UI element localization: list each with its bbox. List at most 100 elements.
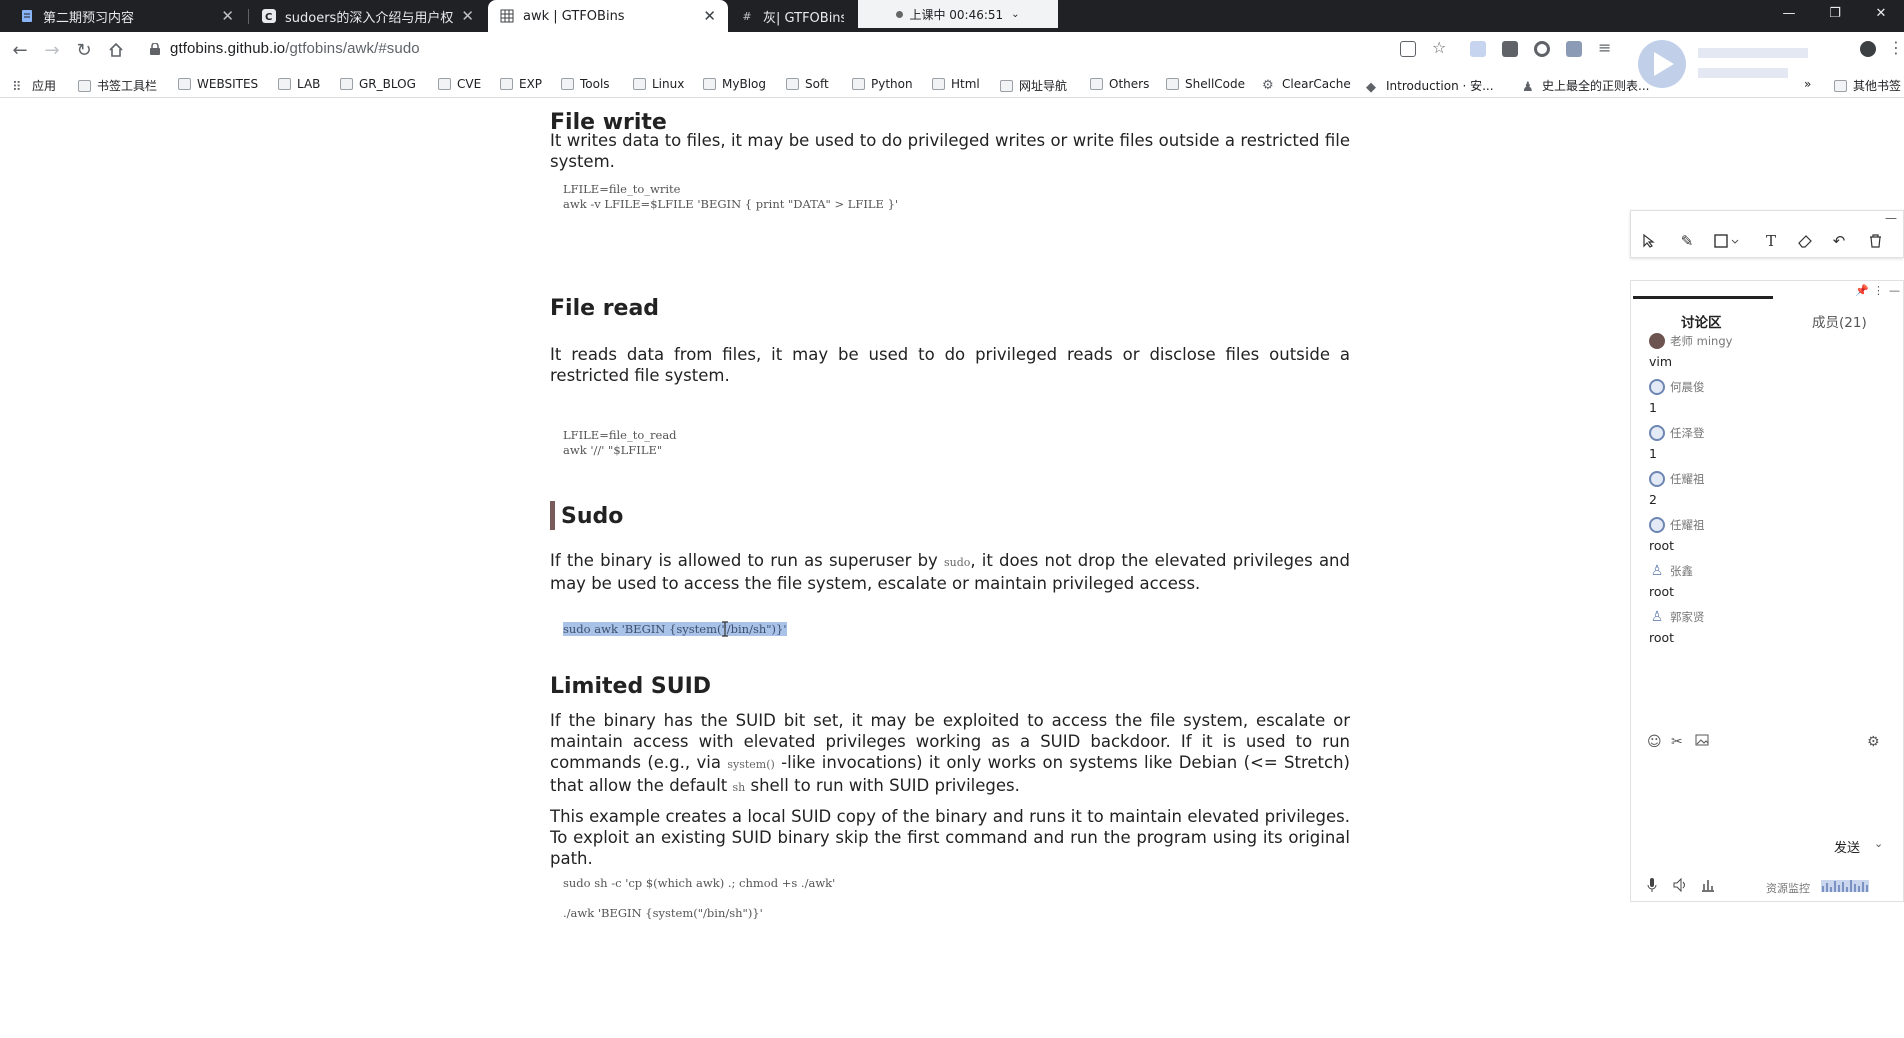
bar-chart-icon[interactable] [1701,878,1715,896]
selected-code-text[interactable]: sudo awk 'BEGIN {system("/bin/sh")}' [563,622,787,636]
tab-discussion[interactable]: 讨论区 [1681,311,1722,331]
bookmark-folder[interactable]: EXP [500,77,542,91]
author-name: 何晨俊 [1670,380,1705,394]
shape-icon[interactable] [1711,231,1745,251]
microphone-icon[interactable] [1647,878,1657,896]
tab-sudoers[interactable]: C sudoers的深入介绍与用户权限控 ✕ [250,0,486,32]
bookmark-folder[interactable]: Linux [633,77,684,91]
address-bar[interactable]: gtfobins.github.io/gtfobins/awk/#sudo [170,40,420,57]
filter-icon[interactable]: ≡ [1598,38,1614,57]
code-line: sudo sh -c 'cp $(which awk) .; chmod +s … [563,876,836,890]
reload-icon[interactable]: ↻ [72,38,96,62]
bookmark-folder[interactable]: CVE [438,77,481,91]
message-text: root [1649,630,1675,645]
bookmark-folder[interactable]: Tools [561,77,610,91]
close-window-icon[interactable]: ✕ [1858,0,1904,26]
bookmark-folder[interactable]: ShellCode [1166,77,1245,91]
bookmark-apps[interactable]: ⠿ 应用 [12,77,56,95]
sudo-description: If the binary is allowed to run as super… [550,550,1350,594]
sudo-code[interactable]: sudo awk 'BEGIN {system("/bin/sh")}' [563,622,787,637]
hash-icon: # [742,9,752,23]
limited-suid-code[interactable]: sudo sh -c 'cp $(which awk) .; chmod +s … [563,868,835,928]
bookmark-label: EXP [519,77,543,91]
tab-members[interactable]: 成员(21) [1812,311,1867,331]
close-icon[interactable]: ✕ [221,7,234,25]
folder-icon [786,78,799,90]
bookmark-link[interactable]: ♟ 史上最全的正则表... [1522,77,1650,95]
file-write-code[interactable]: LFILE=file_to_write awk -v LFILE=$LFILE '… [563,182,898,212]
minimize-icon[interactable]: — [1766,0,1812,26]
bookmark-folder[interactable]: Html [932,77,980,91]
tab-awk-gtfobins[interactable]: awk | GTFOBins ✕ [488,0,728,32]
lock-icon[interactable] [150,43,160,55]
send-button[interactable]: 发送 [1834,837,1860,856]
text-tool-icon[interactable]: T [1761,231,1781,251]
menu-icon[interactable]: ⋮ [1888,38,1904,57]
undo-icon[interactable]: ↶ [1829,231,1849,251]
bookmark-folder[interactable]: Soft [786,77,829,91]
emoji-icon[interactable]: ☺ [1647,734,1662,750]
pin-icon[interactable]: 📌 [1855,284,1869,297]
home-icon[interactable] [104,38,128,62]
extension-icon[interactable] [1502,41,1518,57]
i-beam-cursor-icon [722,621,728,637]
forward-icon[interactable]: → [40,38,64,62]
bookmark-other[interactable]: 其他书签 [1834,77,1901,94]
speaker-icon[interactable] [1673,877,1687,896]
folder-icon [438,78,451,90]
pen-icon[interactable]: ✎ [1677,231,1697,251]
grid-icon [500,9,514,23]
bookmark-label: Linux [652,77,685,91]
close-icon[interactable]: ✕ [461,7,474,25]
more-icon[interactable]: ⋮ [1873,284,1884,297]
profile-icon[interactable] [1860,41,1876,57]
minimize-icon[interactable]: — [1889,284,1900,297]
image-icon[interactable] [1695,734,1709,750]
extension-icon[interactable] [1534,41,1550,57]
bookmark-folder[interactable]: GR_BLOG [340,77,416,91]
folder-icon [78,79,91,92]
bookmark-folder[interactable]: MyBlog [703,77,766,91]
author-name: 任耀祖 [1670,472,1705,486]
minimize-icon[interactable]: — [1885,211,1897,225]
person-icon: ♟ [1522,79,1534,95]
scissors-icon[interactable]: ✂ [1671,734,1683,750]
restore-icon[interactable]: ❐ [1812,0,1858,26]
bookmark-folder[interactable]: Others [1090,77,1149,91]
tab-preview-content[interactable]: 第二期预习内容 ✕ [8,0,246,32]
message-author: ♙ 张鑫 [1649,563,1693,579]
meeting-status-pill[interactable]: 上课中 00:46:51 ⌄ [858,0,1058,28]
trash-icon[interactable] [1865,231,1885,251]
bookmark-folder[interactable]: 书签工具栏 [78,77,157,94]
bookmark-folder[interactable]: LAB [278,77,320,91]
extension-icon[interactable] [1470,41,1486,57]
message-text: root [1649,584,1675,599]
bookmarks-overflow[interactable]: » [1804,77,1811,91]
bookmark-folder[interactable]: Python [852,77,913,91]
close-icon[interactable]: ✕ [703,7,716,25]
extension-icon[interactable] [1566,41,1582,57]
bookmark-link[interactable]: ◆ Introduction · 安... [1366,77,1494,95]
bookmark-folder[interactable]: WEBSITES [178,77,258,91]
file-read-code[interactable]: LFILE=file_to_read awk '//' "$LFILE" [563,428,677,458]
bookmark-folder[interactable]: 网址导航 [1000,77,1067,94]
author-name: 郭家贤 [1670,610,1705,624]
message-author: 任泽登 [1649,425,1705,441]
bookmark-label: Introduction · 安... [1386,79,1494,93]
settings-icon[interactable]: ⚙ [1867,734,1880,750]
eraser-icon[interactable] [1795,231,1815,251]
tab-gtfobins[interactable]: # 灰| GTFOBins [728,0,856,32]
star-icon[interactable]: ☆ [1432,38,1448,57]
pointer-icon[interactable] [1639,231,1659,251]
inline-code: system() [727,758,775,771]
translate-icon[interactable] [1400,41,1416,57]
avatar [1649,517,1665,533]
chevron-down-icon[interactable]: ⌄ [1874,837,1883,850]
back-icon[interactable]: ← [8,38,32,62]
bookmark-label: 网址导航 [1019,79,1068,93]
avatar [1649,471,1665,487]
document-icon [20,9,34,23]
csdn-icon: C [262,9,276,23]
bookmark-link[interactable]: ⚙ ClearCache [1262,77,1351,93]
bookmark-label: 史上最全的正则表... [1542,79,1650,93]
